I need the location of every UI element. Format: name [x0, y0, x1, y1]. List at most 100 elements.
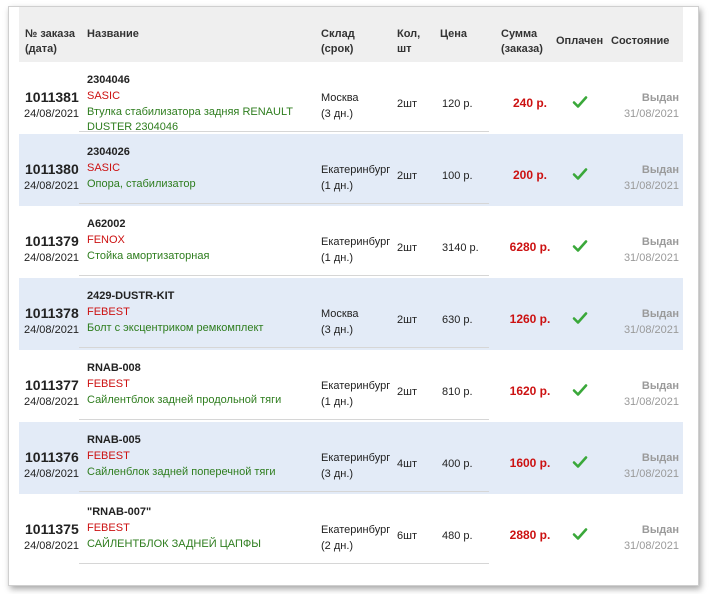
- table-row[interactable]: 1011375 24/08/2021 "RNAB-007" FEBEST САЙЛЕНТ…: [19, 494, 683, 566]
- order-date: 24/08/2021: [24, 108, 80, 120]
- table-row[interactable]: 1011379 24/08/2021 A62002 FENOX Стойка аморт…: [19, 206, 683, 278]
- header-qty: Кол, шт: [397, 27, 420, 57]
- order-sum: 1620 р.: [509, 384, 551, 398]
- warehouse: Екатеринбург (3 дн.): [321, 450, 390, 482]
- brand-name: SASIC: [87, 90, 121, 102]
- warehouse: Екатеринбург (1 дн.): [321, 162, 390, 194]
- brand-name: FEBEST: [87, 450, 130, 462]
- warehouse: Екатеринбург (1 дн.): [321, 234, 390, 266]
- unit-price: 120 р.: [442, 98, 473, 110]
- order-date: 24/08/2021: [24, 324, 80, 336]
- warehouse-city: Екатеринбург: [321, 164, 391, 176]
- product-name: Стойка амортизаторная: [87, 250, 210, 262]
- table-header: № заказа (дата) Название Склад (срок) Ко…: [19, 7, 683, 62]
- order-status: Выдан 31/08/2021: [609, 378, 679, 410]
- table-row[interactable]: 1011380 24/08/2021 2304026 SASIC Опора, стаб…: [19, 134, 683, 206]
- warehouse-city: Екатеринбург: [321, 452, 391, 464]
- warehouse: Екатеринбург (2 дн.): [321, 522, 390, 554]
- order-number[interactable]: 1011378: [25, 305, 79, 321]
- table-row[interactable]: 1011376 24/08/2021 RNAB-005 FEBEST Сайленбло…: [19, 422, 683, 494]
- article-number: 2429-DUSTR-KIT: [87, 290, 175, 302]
- header-paid: Оплачен: [556, 35, 604, 47]
- order-date: 24/08/2021: [24, 396, 80, 408]
- warehouse-city: Екатеринбург: [321, 236, 391, 248]
- header-price: Цена: [440, 28, 468, 40]
- quantity: 4шт: [397, 458, 417, 470]
- order-sum: 6280 р.: [509, 240, 551, 254]
- order-number[interactable]: 1011380: [25, 161, 79, 177]
- unit-price: 3140 р.: [442, 242, 479, 254]
- warehouse-city: Москва: [321, 92, 359, 104]
- status-label: Выдан: [641, 308, 679, 320]
- status-label: Выдан: [641, 236, 679, 248]
- status-date: 31/08/2021: [623, 468, 679, 480]
- header-name: Название: [87, 28, 139, 40]
- table-row[interactable]: 1011377 24/08/2021 RNAB-008 FEBEST Сайлентбл…: [19, 350, 683, 422]
- row-divider: [79, 275, 489, 276]
- quantity: 2шт: [397, 98, 417, 110]
- row-divider: [79, 491, 489, 492]
- warehouse-city: Москва: [321, 308, 359, 320]
- row-divider: [79, 203, 489, 204]
- check-icon: [572, 384, 588, 396]
- delivery-term: (1 дн.): [321, 180, 354, 192]
- check-icon: [572, 96, 588, 108]
- check-icon: [572, 528, 588, 540]
- header-warehouse-sub: (срок): [321, 43, 354, 55]
- status-label: Выдан: [641, 452, 679, 464]
- header-warehouse-label: Склад: [321, 28, 355, 40]
- order-number[interactable]: 1011381: [25, 89, 79, 105]
- warehouse-city: Екатеринбург: [321, 380, 391, 392]
- product-name: Болт с эксцентриком ремкомплект: [87, 322, 264, 334]
- product-name: Опора, стабилизатор: [87, 178, 196, 190]
- header-sum-label: Сумма: [501, 28, 538, 40]
- order-number[interactable]: 1011375: [25, 521, 79, 537]
- status-date: 31/08/2021: [623, 108, 679, 120]
- status-date: 31/08/2021: [623, 540, 679, 552]
- header-order: № заказа (дата): [25, 27, 75, 57]
- brand-name: SASIC: [87, 162, 121, 174]
- table-row[interactable]: 1011378 24/08/2021 2429-DUSTR-KIT FEBEST Бол…: [19, 278, 683, 350]
- order-status: Выдан 31/08/2021: [609, 522, 679, 554]
- row-divider: [79, 131, 489, 132]
- unit-price: 810 р.: [442, 386, 473, 398]
- warehouse: Москва (3 дн.): [321, 90, 359, 122]
- status-label: Выдан: [641, 524, 679, 536]
- delivery-term: (3 дн.): [321, 108, 354, 120]
- order-status: Выдан 31/08/2021: [609, 234, 679, 266]
- check-icon: [572, 312, 588, 324]
- status-label: Выдан: [641, 92, 679, 104]
- header-order-label: № заказа: [25, 28, 75, 40]
- warehouse: Екатеринбург (1 дн.): [321, 378, 390, 410]
- delivery-term: (3 дн.): [321, 324, 354, 336]
- status-label: Выдан: [641, 380, 679, 392]
- order-sum: 2880 р.: [509, 528, 551, 542]
- order-status: Выдан 31/08/2021: [609, 162, 679, 194]
- brand-name: FEBEST: [87, 378, 130, 390]
- brand-name: FEBEST: [87, 522, 130, 534]
- order-number[interactable]: 1011379: [25, 233, 79, 249]
- article-number: RNAB-008: [87, 362, 141, 374]
- order-date: 24/08/2021: [24, 468, 80, 480]
- product-name: Сайленблок задней поперечной тяги: [87, 466, 276, 478]
- order-status: Выдан 31/08/2021: [609, 450, 679, 482]
- product-name: Сайлентблок задней продольной тяги: [87, 394, 282, 406]
- unit-price: 480 р.: [442, 530, 473, 542]
- table-row[interactable]: 1011381 24/08/2021 2304046 SASIC Втулка стаб…: [19, 62, 683, 134]
- header-status: Состояние: [611, 35, 670, 47]
- quantity: 6шт: [397, 530, 417, 542]
- delivery-term: (2 дн.): [321, 540, 354, 552]
- article-number: A62002: [87, 218, 126, 230]
- status-date: 31/08/2021: [623, 324, 679, 336]
- article-number: 2304026: [87, 146, 130, 158]
- row-divider: [79, 347, 489, 348]
- warehouse: Москва (3 дн.): [321, 306, 359, 338]
- status-date: 31/08/2021: [623, 252, 679, 264]
- orders-panel: № заказа (дата) Название Склад (срок) Ко…: [8, 6, 699, 586]
- order-number[interactable]: 1011376: [25, 449, 79, 465]
- order-date: 24/08/2021: [24, 540, 80, 552]
- order-status: Выдан 31/08/2021: [609, 90, 679, 122]
- row-divider: [79, 563, 489, 564]
- order-number[interactable]: 1011377: [25, 377, 79, 393]
- brand-name: FEBEST: [87, 306, 130, 318]
